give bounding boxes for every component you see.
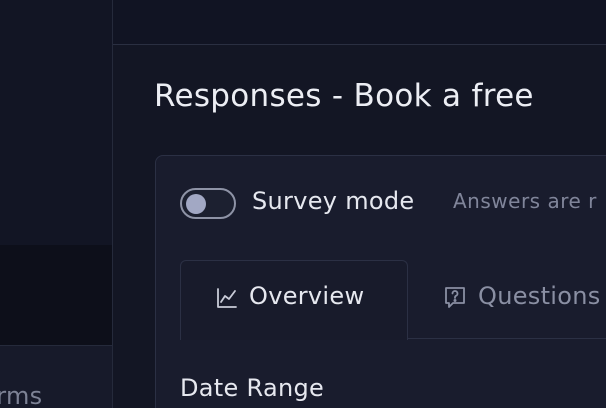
sidebar: Forms — [0, 0, 113, 408]
tab-overview-label: Overview — [249, 282, 365, 310]
sidebar-section-dark — [0, 245, 112, 345]
sidebar-item-forms[interactable]: Forms — [0, 345, 112, 408]
app-root: Forms Responses - Book a free Survey mod… — [0, 0, 606, 408]
line-chart-icon — [217, 288, 237, 308]
page-title: Responses - Book a free — [154, 78, 534, 114]
question-message-icon[interactable] — [443, 285, 467, 311]
sidebar-item-label: Forms — [0, 382, 43, 408]
survey-mode-toggle[interactable] — [180, 188, 236, 219]
tab-questions[interactable]: Questions — [478, 282, 601, 310]
tabs-divider — [407, 338, 606, 339]
date-range-label: Date Range — [180, 374, 325, 402]
survey-mode-label: Survey mode — [252, 187, 415, 215]
survey-mode-hint: Answers are r — [453, 189, 597, 213]
toggle-knob — [186, 194, 206, 214]
top-bar — [113, 0, 606, 45]
